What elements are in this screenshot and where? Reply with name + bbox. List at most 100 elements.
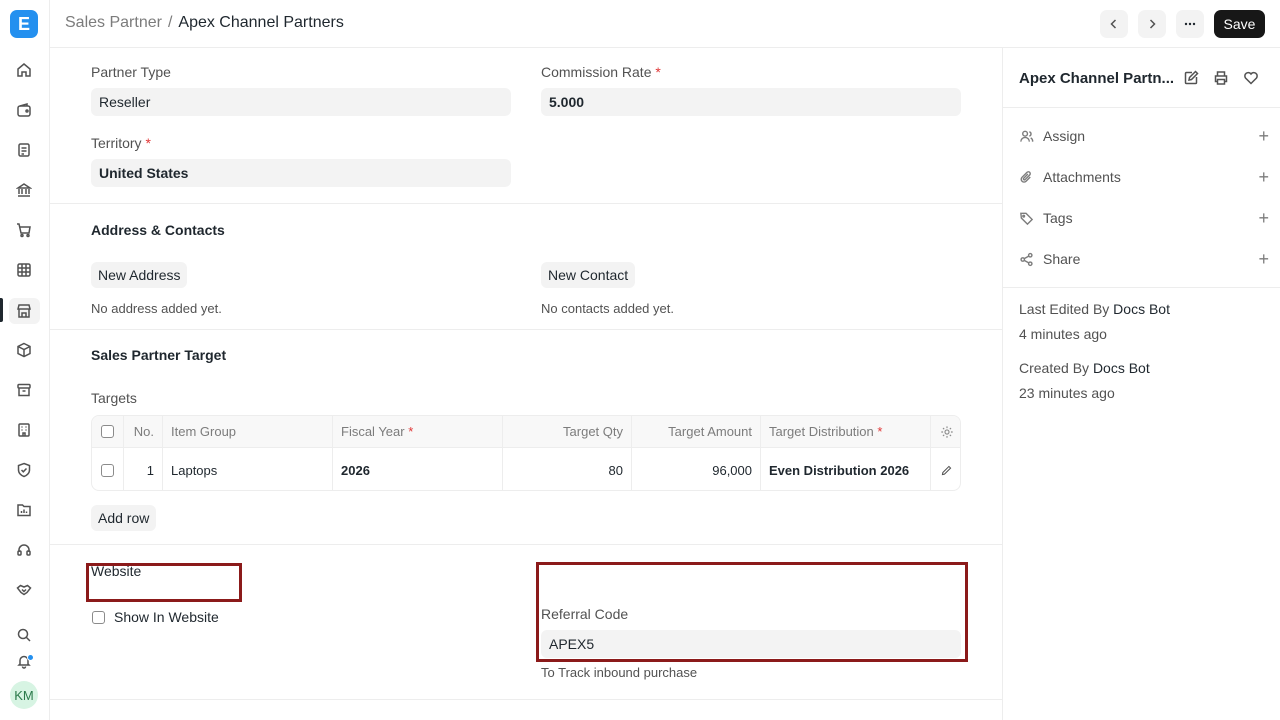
add-row-button[interactable]: Add row	[91, 505, 157, 531]
avatar-initials: KM	[14, 687, 34, 703]
save-button[interactable]: Save	[1214, 10, 1265, 38]
select-all-checkbox[interactable]	[101, 425, 114, 438]
col-header-target-amount: Target Amount	[632, 416, 761, 447]
sidebar-divider	[1003, 287, 1280, 288]
edit-row-button[interactable]	[931, 448, 960, 490]
sidebar-item-attachments[interactable]: Attachments +	[1019, 165, 1269, 189]
new-address-button[interactable]: New Address	[91, 262, 188, 288]
wallet-icon[interactable]	[13, 99, 35, 121]
last-edited-time: 4 minutes ago	[1019, 326, 1107, 342]
sidebar-item-label: Tags	[1043, 210, 1073, 226]
cell-item-group[interactable]: Laptops	[163, 448, 333, 490]
last-edited-user-link[interactable]: Docs Bot	[1113, 301, 1170, 317]
cell-no: 1	[124, 448, 163, 490]
rail-active-indicator	[0, 298, 3, 322]
home-icon[interactable]	[13, 59, 35, 81]
commission-rate-input[interactable]: 5.000	[541, 88, 961, 116]
show-in-website-checkbox[interactable]	[92, 610, 105, 624]
created-user-link[interactable]: Docs Bot	[1093, 360, 1150, 376]
highlight-box-referral-code	[536, 562, 968, 662]
last-edited-info: Last Edited By Docs Bot	[1019, 301, 1170, 317]
targets-table-label: Targets	[91, 390, 137, 406]
sidebar-item-share[interactable]: Share +	[1019, 247, 1269, 271]
created-info: Created By Docs Bot	[1019, 360, 1150, 376]
cell-fiscal-year[interactable]: 2026	[333, 448, 503, 490]
no-address-text: No address added yet.	[91, 301, 222, 316]
page-title: Apex Channel Partners	[178, 14, 344, 31]
package-icon[interactable]	[13, 339, 35, 361]
breadcrumb-parent-link[interactable]: Sales Partner	[65, 14, 162, 32]
chevron-left-icon	[1110, 19, 1117, 29]
sidebar-item-label: Share	[1043, 251, 1081, 267]
app-sidebar-rail: E KM	[0, 0, 50, 720]
territory-label: Territory *	[91, 135, 151, 151]
search-icon[interactable]	[13, 624, 35, 646]
col-header-no: No.	[124, 416, 163, 447]
sales-partner-target-title: Sales Partner Target	[91, 347, 227, 363]
cell-target-amount[interactable]: 96,000	[632, 448, 761, 490]
avatar[interactable]: KM	[10, 681, 38, 709]
chevron-right-icon	[1149, 19, 1156, 29]
form-main: Partner Type Reseller Commission Rate * …	[50, 48, 1002, 720]
document-icon[interactable]	[13, 139, 35, 161]
section-divider	[50, 544, 1002, 545]
page-header: Sales Partner / Apex Channel Partners Sa…	[50, 0, 1280, 48]
section-divider	[50, 203, 1002, 204]
building-icon[interactable]	[13, 419, 35, 441]
column-settings-button[interactable]	[931, 416, 960, 447]
col-header-item-group: Item Group	[163, 416, 333, 447]
table-icon[interactable]	[13, 259, 35, 281]
sidebar-item-tags[interactable]: Tags +	[1019, 206, 1269, 230]
created-time: 23 minutes ago	[1019, 385, 1115, 401]
plus-icon[interactable]: +	[1258, 167, 1269, 188]
document-sidebar: Apex Channel Partn... Assign + Attachmen…	[1002, 48, 1280, 720]
next-record-button[interactable]	[1138, 10, 1166, 38]
new-contact-button[interactable]: New Contact	[541, 262, 636, 288]
headset-icon[interactable]	[13, 539, 35, 561]
partner-type-select[interactable]: Reseller	[91, 88, 511, 116]
row-checkbox[interactable]	[101, 463, 114, 477]
plus-icon[interactable]: +	[1258, 208, 1269, 229]
breadcrumb-separator: /	[167, 14, 173, 31]
sidebar-doc-title: Apex Channel Partn...	[1019, 70, 1175, 87]
previous-record-button[interactable]	[1100, 10, 1128, 38]
partner-type-label: Partner Type	[91, 64, 171, 80]
folder-chart-icon[interactable]	[13, 499, 35, 521]
cell-target-distribution[interactable]: Even Distribution 2026	[761, 448, 931, 490]
col-header-fiscal-year: Fiscal Year *	[333, 416, 503, 447]
col-header-target-qty: Target Qty	[503, 416, 632, 447]
heart-icon[interactable]	[1243, 70, 1259, 86]
handshake-icon[interactable]	[13, 579, 35, 601]
shield-icon[interactable]	[13, 459, 35, 481]
pencil-icon	[941, 465, 952, 475]
share-icon	[1020, 252, 1033, 266]
sidebar-item-assign[interactable]: Assign +	[1019, 124, 1269, 148]
sidebar-item-label: Attachments	[1043, 169, 1121, 185]
sidebar-divider	[1003, 107, 1280, 108]
table-header-row: No. Item Group Fiscal Year * Target Qty …	[92, 416, 960, 448]
archive-icon[interactable]	[13, 379, 35, 401]
show-in-website-label: Show In Website	[114, 609, 219, 625]
bank-icon[interactable]	[13, 179, 35, 201]
show-in-website-control[interactable]: Show In Website	[92, 609, 219, 625]
cart-icon[interactable]	[13, 219, 35, 241]
ellipsis-icon	[1184, 22, 1196, 26]
app-logo[interactable]: E	[10, 10, 38, 38]
cell-target-qty[interactable]: 80	[503, 448, 632, 490]
printer-icon[interactable]	[1213, 70, 1229, 86]
table-row[interactable]: 1 Laptops 2026 80 96,000 Even Distributi…	[92, 448, 960, 490]
more-actions-button[interactable]	[1176, 10, 1204, 38]
targets-table: No. Item Group Fiscal Year * Target Qty …	[91, 415, 961, 491]
store-icon[interactable]	[13, 300, 35, 322]
referral-code-hint: To Track inbound purchase	[541, 665, 698, 680]
plus-icon[interactable]: +	[1258, 249, 1269, 270]
plus-icon[interactable]: +	[1258, 126, 1269, 147]
user-icon	[1020, 130, 1034, 142]
sidebar-item-label: Assign	[1043, 128, 1086, 144]
tag-icon	[1020, 212, 1034, 225]
edit-icon[interactable]	[1183, 70, 1199, 86]
highlight-box-website	[86, 563, 242, 602]
territory-link-field[interactable]: United States	[91, 159, 511, 187]
gear-icon	[940, 425, 953, 438]
no-contacts-text: No contacts added yet.	[541, 301, 674, 316]
